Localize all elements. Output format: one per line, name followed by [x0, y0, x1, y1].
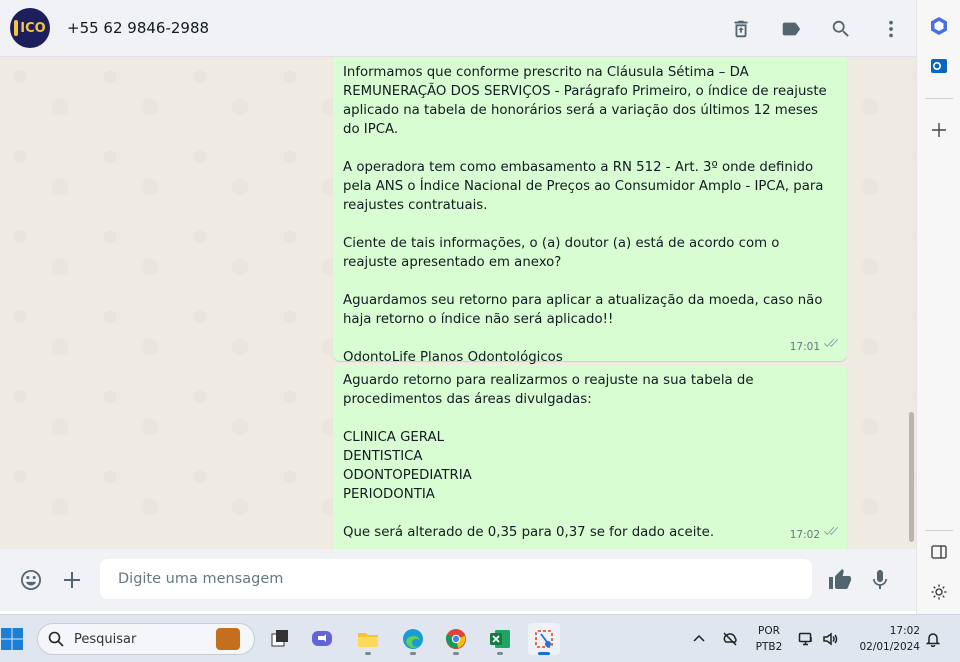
double-check-icon: [823, 338, 839, 357]
taskbar-search-label: Pesquisar: [74, 631, 137, 647]
outlook-button[interactable]: [926, 53, 952, 79]
no-internet-icon: [723, 632, 737, 646]
taskbar-app-snipping[interactable]: [528, 623, 560, 655]
copilot-icon: [931, 17, 947, 35]
running-indicator: [453, 652, 459, 655]
plus-icon: [64, 572, 80, 588]
sidebar-settings-button[interactable]: [926, 579, 952, 605]
excel-icon: [490, 630, 510, 648]
message-text: Aguardo retorno para realizarmos o reaju…: [343, 373, 754, 540]
folder-icon: [358, 633, 378, 647]
voice-button[interactable]: [866, 566, 894, 594]
show-hidden-icons-button[interactable]: [689, 629, 709, 649]
active-indicator: [538, 652, 550, 655]
search-highlight-icon: [216, 628, 240, 650]
avatar-text: ICO: [20, 20, 46, 36]
display-button[interactable]: [796, 629, 816, 649]
message-meta: 17:02: [790, 526, 839, 545]
windows-start-icon[interactable]: [0, 627, 24, 651]
taskbar-clock[interactable]: 17:02 02/01/2024: [848, 623, 920, 655]
thumbs-up-icon: [829, 569, 851, 589]
double-check-icon: [823, 526, 839, 545]
windows-taskbar: Pesquisar POR PTB2 17:02 02/01/2024: [0, 614, 960, 662]
running-indicator: [497, 652, 503, 655]
plus-icon: [932, 123, 946, 137]
contact-name[interactable]: +55 62 9846-2988: [67, 19, 209, 37]
sidebar-divider: [925, 530, 953, 531]
label-button[interactable]: [766, 0, 816, 57]
message-bubble[interactable]: Aguardo retorno para realizarmos o reaju…: [333, 365, 847, 549]
sidebar-panel-icon: [931, 545, 947, 559]
add-sidebar-app-button[interactable]: [926, 117, 952, 143]
clock-date: 02/01/2024: [859, 641, 920, 653]
taskbar-app-chat[interactable]: [306, 623, 338, 655]
copilot-button[interactable]: [926, 13, 952, 39]
emoji-button[interactable]: [17, 566, 45, 594]
taskbar-search[interactable]: Pesquisar: [37, 623, 255, 655]
label-icon: [782, 22, 801, 35]
notifications-button[interactable]: [923, 629, 943, 649]
volume-button[interactable]: [820, 629, 840, 649]
browser-sidebar: [916, 0, 960, 614]
taskbar-app-taskview[interactable]: [264, 623, 296, 655]
keyboard-layout: PTB2: [755, 641, 783, 653]
search-icon: [832, 20, 849, 37]
taskbar-app-excel[interactable]: [484, 623, 516, 655]
search-icon: [48, 631, 64, 647]
taskbar-app-chrome[interactable]: [440, 623, 472, 655]
emoji-icon: [21, 570, 41, 590]
message-time: 17:02: [789, 529, 820, 541]
archive-icon: [734, 20, 748, 37]
menu-button[interactable]: [866, 0, 916, 57]
message-bubble[interactable]: Informamos que conforme prescrito na Clá…: [333, 57, 847, 365]
menu-icon: [889, 20, 893, 37]
chat-header: ICO +55 62 9846-2988: [0, 0, 916, 57]
clock-time: 17:02: [889, 625, 920, 637]
message-meta: 17:01: [790, 338, 839, 357]
hide-sidebar-button[interactable]: [926, 539, 952, 565]
sidebar-divider: [925, 98, 953, 99]
bell-icon: [925, 633, 941, 647]
network-button[interactable]: [720, 629, 740, 649]
edge-icon: [403, 629, 423, 649]
message-input[interactable]: [100, 559, 812, 599]
message-composer: [0, 549, 916, 611]
taskbar-app-edge[interactable]: [397, 623, 429, 655]
taskbar-app-file-explorer[interactable]: [352, 623, 384, 655]
monitor-icon: [798, 632, 812, 646]
speaker-icon: [823, 632, 838, 646]
chat-scrollbar[interactable]: [909, 412, 914, 542]
running-indicator: [365, 652, 371, 655]
outlook-icon: [931, 59, 947, 73]
header-actions: [716, 0, 916, 57]
language-code: POR: [758, 625, 780, 637]
running-indicator: [410, 652, 416, 655]
snipping-tool-icon: [535, 630, 553, 648]
search-button[interactable]: [816, 0, 866, 57]
task-view-icon: [271, 630, 288, 647]
message-text: Informamos que conforme prescrito na Clá…: [343, 65, 827, 365]
chat-app-icon: [312, 631, 332, 646]
gear-icon: [931, 584, 947, 600]
message-list[interactable]: Informamos que conforme prescrito na Clá…: [0, 57, 916, 549]
whatsapp-window: ICO +55 62 9846-2988 Informamos que conf…: [0, 0, 960, 662]
sticker-button[interactable]: [826, 566, 854, 594]
chevron-up-icon: [693, 634, 705, 642]
attach-button[interactable]: [58, 566, 86, 594]
microphone-icon: [873, 570, 887, 589]
contact-avatar[interactable]: ICO: [10, 8, 50, 48]
logo-mark: [14, 20, 19, 36]
chrome-icon: [446, 629, 466, 649]
input-language-indicator[interactable]: POR PTB2: [755, 623, 783, 655]
archive-button[interactable]: [716, 0, 766, 57]
message-time: 17:01: [789, 341, 820, 353]
